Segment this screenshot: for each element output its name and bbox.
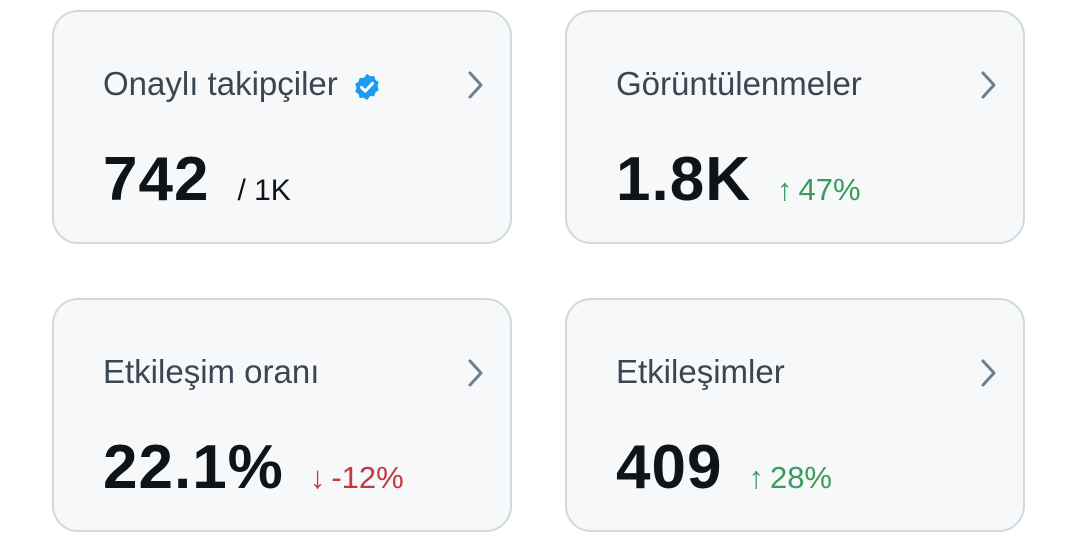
change-percent: -12% (331, 460, 404, 495)
metric-value: 742 (103, 145, 210, 214)
change-percent: 28% (769, 460, 832, 495)
card-title-label: Görüntülenmeler (616, 65, 862, 102)
card-engagements[interactable]: Etkileşimler 409 ↑ 28% (565, 298, 1025, 532)
verified-badge-icon (352, 69, 382, 101)
card-title-label: Etkileşimler (616, 353, 785, 390)
card-title: Görüntülenmeler (616, 62, 862, 106)
value-row: 409 ↑ 28% (616, 432, 832, 504)
arrow-up-icon: ↑ (748, 460, 764, 495)
chevron-right-icon[interactable] (460, 68, 490, 102)
arrow-down-icon: ↓ (309, 460, 326, 495)
change-percent: 47% (798, 172, 861, 207)
card-title-label: Etkileşim oranı (103, 353, 320, 390)
chevron-right-icon[interactable] (973, 356, 1003, 390)
card-engagement-rate[interactable]: Etkileşim oranı 22.1% ↓ -12% (52, 298, 512, 532)
metric-change: ↑ 28% (748, 460, 832, 496)
card-title: Etkileşimler (616, 350, 785, 394)
value-row: 22.1% ↓ -12% (103, 432, 404, 504)
card-title: Onaylı takipçiler (103, 62, 382, 106)
metric-value: 409 (616, 433, 723, 502)
metric-value: 22.1% (103, 433, 284, 502)
card-title-label: Onaylı takipçiler (103, 65, 338, 102)
metric-limit: / 1K (237, 174, 291, 207)
arrow-up-icon: ↑ (776, 172, 793, 207)
chevron-right-icon[interactable] (460, 356, 490, 390)
card-views[interactable]: Görüntülenmeler 1.8K ↑ 47% (565, 10, 1025, 244)
value-row: 742 / 1K (103, 144, 291, 216)
card-title: Etkileşim oranı (103, 350, 319, 394)
metric-change: ↑ 47% (777, 172, 861, 208)
card-verified-followers[interactable]: Onaylı takipçiler 742 / 1K (52, 10, 512, 244)
metric-value: 1.8K (616, 145, 751, 214)
metric-change: ↓ -12% (310, 460, 404, 496)
chevron-right-icon[interactable] (973, 68, 1003, 102)
value-row: 1.8K ↑ 47% (616, 144, 861, 216)
